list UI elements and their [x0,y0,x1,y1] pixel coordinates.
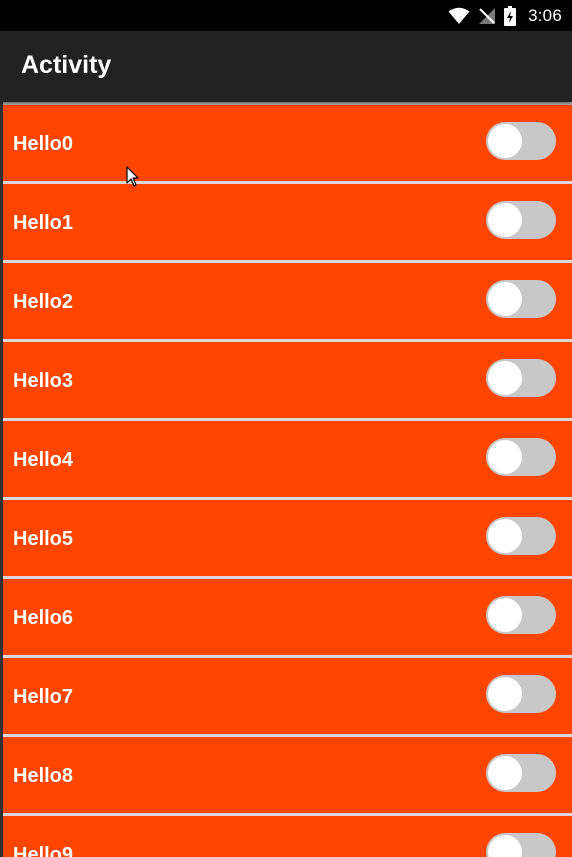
list-item[interactable]: Hello8 [3,737,572,816]
switch-thumb [488,756,522,790]
list-item-label: Hello2 [13,291,74,313]
app-bar: Activity [0,31,572,102]
switch-thumb [488,598,522,632]
switch-thumb [488,282,522,316]
app-title: Activity [21,51,112,79]
list-item[interactable]: Hello4 [3,421,572,500]
toggle-switch[interactable] [486,438,556,476]
list-item[interactable]: Hello2 [3,263,572,342]
toggle-switch[interactable] [486,359,556,397]
mouse-cursor-icon [126,166,140,193]
switch-thumb [488,440,522,474]
wifi-icon [448,7,470,25]
list-item-label: Hello6 [13,607,74,629]
switch-list[interactable]: Hello0 Hello1 Hello2 Hello3 Hello4 Hello5 Hell… [3,102,572,857]
list-item[interactable]: Hello9 [3,816,572,857]
toggle-switch[interactable] [486,675,556,713]
list-item-label: Hello3 [13,370,74,392]
switch-thumb [488,124,522,158]
list-item-label: Hello0 [13,133,74,155]
list-item[interactable]: Hello0 [3,105,572,184]
switch-thumb [488,519,522,553]
toggle-switch[interactable] [486,596,556,634]
list-item[interactable]: Hello6 [3,579,572,658]
status-bar: 3:06 [0,0,572,31]
toggle-switch[interactable] [486,280,556,318]
no-signal-icon [478,7,496,25]
battery-charging-icon [504,5,517,26]
list-item[interactable]: Hello3 [3,342,572,421]
app-screen: 3:06 Activity Hello0 Hello1 Hello2 Hello3 He… [0,0,572,857]
list-item[interactable]: Hello5 [3,500,572,579]
list-item-label: Hello8 [13,765,74,787]
list-item-label: Hello1 [13,212,74,234]
switch-thumb [488,361,522,395]
list-item-label: Hello7 [13,686,74,708]
list-item-label: Hello4 [13,449,74,471]
list-item-label: Hello5 [13,528,74,550]
toggle-switch[interactable] [486,122,556,160]
list-item-label: Hello9 [13,844,74,857]
status-clock: 3:06 [528,5,562,25]
toggle-switch[interactable] [486,754,556,792]
switch-thumb [488,677,522,711]
toggle-switch[interactable] [486,833,556,857]
toggle-switch[interactable] [486,517,556,555]
list-item[interactable]: Hello7 [3,658,572,737]
list-item[interactable]: Hello1 [3,184,572,263]
switch-thumb [488,203,522,237]
status-icons: 3:06 [448,0,562,31]
toggle-switch[interactable] [486,201,556,239]
